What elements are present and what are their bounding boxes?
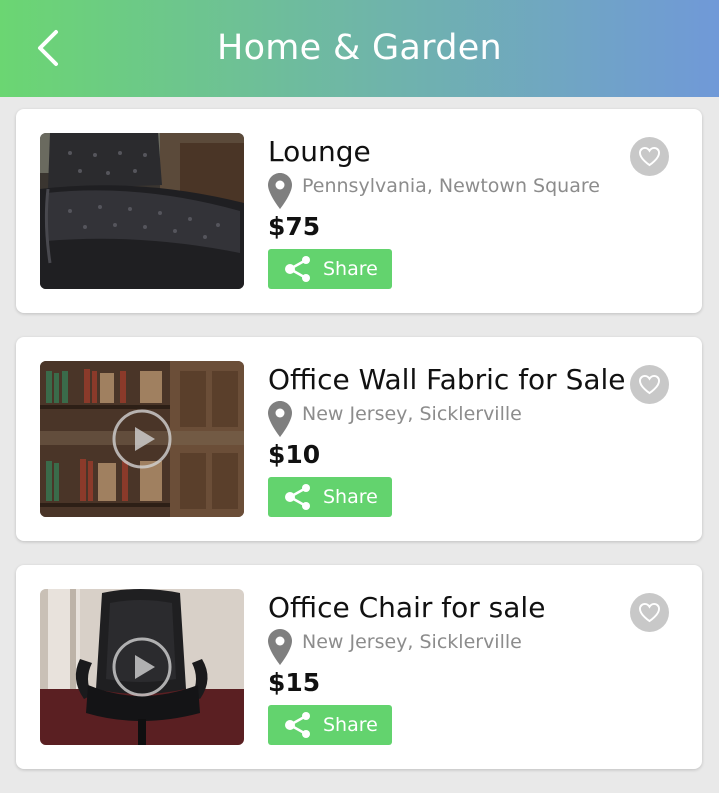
location-pin-icon — [268, 173, 292, 209]
play-icon[interactable] — [112, 409, 172, 469]
favorite-button[interactable] — [630, 593, 669, 632]
location-pin-icon — [268, 401, 292, 437]
back-button[interactable] — [28, 24, 72, 72]
listing-thumbnail[interactable] — [40, 589, 244, 745]
share-label: Share — [323, 486, 378, 508]
heart-icon — [638, 602, 661, 623]
location-text: Pennsylvania, Newtown Square — [302, 175, 600, 197]
share-icon — [285, 484, 310, 510]
chevron-left-icon — [38, 30, 58, 66]
location-text: New Jersey, Sicklerville — [302, 631, 522, 653]
share-label: Share — [323, 258, 378, 280]
listing-card[interactable]: Office Wall Fabric for Sale New Jersey, … — [16, 337, 702, 541]
share-label: Share — [323, 714, 378, 736]
heart-icon — [638, 146, 661, 167]
location-text: New Jersey, Sicklerville — [302, 403, 522, 425]
app-header: Home & Garden — [0, 0, 719, 97]
listing-price: $15 — [268, 668, 321, 697]
play-icon[interactable] — [112, 637, 172, 697]
listing-price: $75 — [268, 212, 321, 241]
favorite-button[interactable] — [630, 137, 669, 176]
listing-title[interactable]: Office Chair for sale — [268, 591, 545, 624]
share-button[interactable]: Share — [268, 477, 392, 517]
favorite-button[interactable] — [630, 365, 669, 404]
location-pin-icon — [268, 629, 292, 665]
listing-title[interactable]: Lounge — [268, 135, 371, 168]
listing-price: $10 — [268, 440, 321, 469]
share-button[interactable]: Share — [268, 705, 392, 745]
page-title: Home & Garden — [216, 28, 503, 68]
share-icon — [285, 712, 310, 738]
listing-list: Lounge Pennsylvania, Newtown Square $75 … — [16, 109, 702, 793]
share-icon — [285, 256, 310, 282]
listing-title[interactable]: Office Wall Fabric for Sale — [268, 363, 626, 396]
share-button[interactable]: Share — [268, 249, 392, 289]
listing-card[interactable]: Office Chair for sale New Jersey, Sickle… — [16, 565, 702, 769]
listing-thumbnail[interactable] — [40, 133, 244, 289]
chaise-lounge-image — [40, 133, 244, 289]
listing-card[interactable]: Lounge Pennsylvania, Newtown Square $75 … — [16, 109, 702, 313]
heart-icon — [638, 374, 661, 395]
listing-thumbnail[interactable] — [40, 361, 244, 517]
